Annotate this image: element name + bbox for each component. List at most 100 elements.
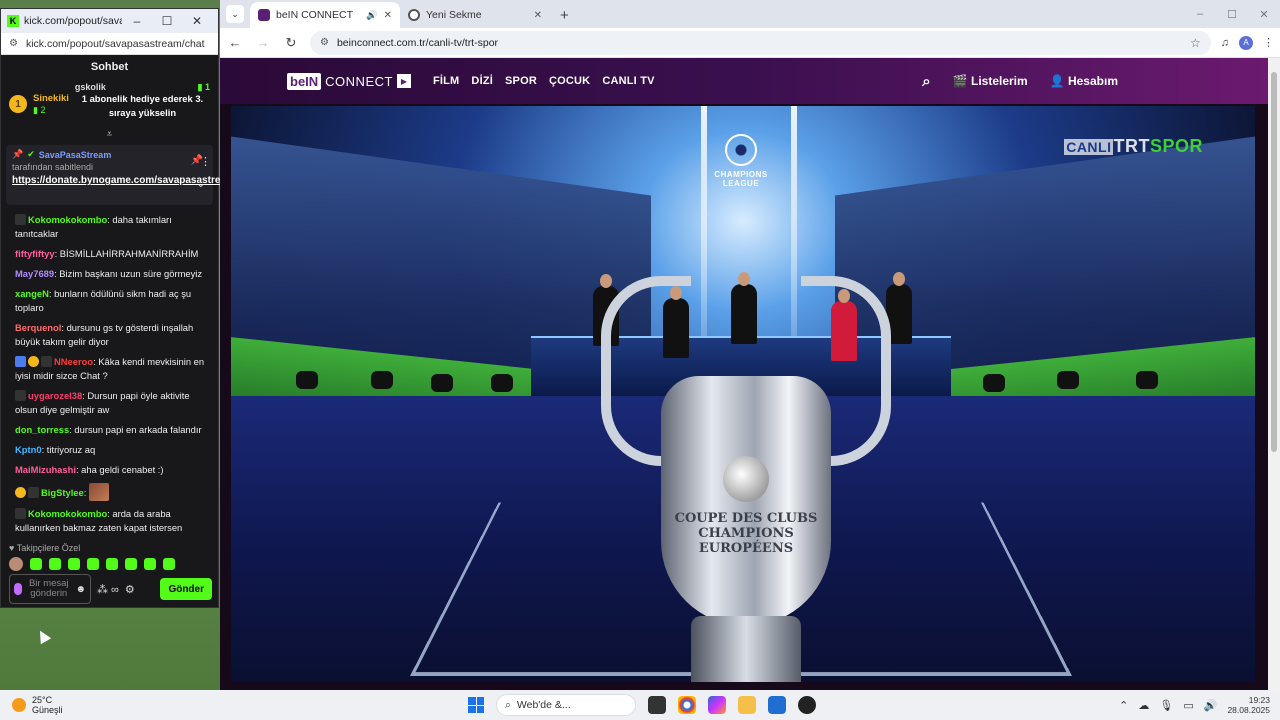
chat-username[interactable]: Kptn0 [15,444,42,455]
app-icon[interactable] [798,696,816,714]
my-lists-label: Listelerim [970,74,1028,88]
emote-icon[interactable] [106,558,118,570]
send-button[interactable]: Gönder [160,578,212,600]
close-icon[interactable]: ✕ [1248,8,1280,21]
close-icon[interactable]: ✕ [182,14,212,28]
settings-gear-icon[interactable]: ⚙ [125,583,135,596]
chevron-down-icon[interactable]: ⩡ [1,129,218,141]
display-icon[interactable]: ▭ [1183,699,1193,712]
sub-badge-icon [28,356,39,367]
my-lists-link[interactable]: 🎬 Listelerim [953,74,1028,88]
leaderboard-second-user[interactable]: gskolik [75,82,106,92]
minimize-icon[interactable]: – [1184,8,1216,20]
nav-canli-tv[interactable]: CANLI TV [602,75,654,87]
emoji-icon[interactable]: ☻ [75,584,86,595]
nav-spor[interactable]: SPOR [505,75,537,87]
weather-widget[interactable]: 25°C Güneşli [0,695,180,715]
chat-username[interactable]: Berquenol [15,322,61,333]
account-link[interactable]: 👤 Hesabım [1050,74,1118,88]
chrome-app-icon[interactable] [678,696,696,714]
pin-icon: 📌 [12,149,24,159]
microphone-icon[interactable]: 🎙 [1159,699,1173,712]
video-player[interactable]: CHAMPIONS LEAGUE CANLI TRTSPOR COUPE DES … [231,106,1255,682]
nav-cocuk[interactable]: ÇOCUK [549,75,590,87]
account-label: Hesabım [1067,74,1118,88]
maximize-icon[interactable]: ☐ [1216,8,1248,21]
scrollbar-thumb[interactable] [1271,72,1277,452]
task-view-icon[interactable] [648,696,666,714]
clock[interactable]: 19:23 28.08.2025 [1227,695,1270,715]
emote-icon[interactable] [30,558,42,570]
chat-username[interactable]: Kokomokokombo [28,214,107,225]
volume-icon[interactable]: 🔊 [1204,699,1218,712]
chat-message-input[interactable]: Bir mesaj gönderin ☻ [9,574,91,604]
chat-text: : Bizim başkanı uzun süre görmeyiz [54,268,203,279]
emote-icon[interactable] [144,558,156,570]
expand-chevron-icon[interactable]: ⌄ [197,179,205,190]
reload-icon[interactable]: ↻ [282,35,300,51]
emote-icon[interactable] [87,558,99,570]
leaderboard-top-user[interactable]: Sinekiki [33,92,69,105]
file-explorer-icon[interactable] [738,696,756,714]
pinned-message: 📌 ✔ SavaPasaStream tarafından sabitlendi… [6,145,235,205]
chevron-up-icon[interactable]: ⌃ [1119,699,1128,712]
nav-dizi[interactable]: DİZİ [471,75,493,87]
menu-icon[interactable]: ⋮ [1263,36,1274,49]
chat-username[interactable]: uygarozel38 [28,390,82,401]
windows-start-icon[interactable] [468,697,484,713]
new-tab-icon[interactable]: + [550,7,579,28]
emote-icon[interactable] [125,558,137,570]
tab-bein-connect[interactable]: beIN CONNECT 🔊 ✕ [250,2,400,28]
back-icon[interactable]: ← [226,35,244,50]
emote-bar [1,555,218,573]
forward-icon[interactable]: → [254,35,272,50]
chat-username[interactable]: don_torress [15,424,69,435]
site-settings-icon[interactable]: ⚙ [320,37,329,48]
chat-username[interactable]: MaiMizuhashi [15,464,76,475]
chat-username[interactable]: May7689 [15,268,54,279]
bookmark-star-icon[interactable]: ☆ [1190,36,1201,50]
cloud-icon[interactable]: ☁ [1138,699,1149,712]
maximize-icon[interactable]: ☐ [152,14,182,28]
avatar[interactable] [9,557,23,571]
profile-avatar[interactable]: A [1239,35,1253,50]
chat-message: Kptn0: titriyoruz aq [15,443,208,457]
search-icon[interactable]: ⌕ [922,73,930,90]
emote-icon[interactable] [49,558,61,570]
chrome-favicon [408,9,420,21]
tab-new-tab[interactable]: Yeni Sekme ✕ [400,2,550,28]
bein-connect-logo[interactable]: beIN CONNECT ▶ [287,72,411,90]
minimize-icon[interactable]: – [122,14,152,28]
close-tab-icon[interactable]: ✕ [534,10,542,21]
copilot-icon[interactable] [708,696,726,714]
chat-username[interactable]: xangeN [15,288,49,299]
emote-icon[interactable] [68,558,80,570]
address-bar[interactable]: ⚙ beinconnect.com.tr/canli-tv/trt-spor ☆ [310,30,1211,55]
microphone-icon[interactable] [14,583,22,595]
kick-address-bar[interactable]: ⚙ kick.com/popout/savapasastream/chat [1,33,218,55]
pinned-link[interactable]: https://donate.bynogame.com/savapasastre… [12,174,235,187]
search-icon: ⌕ [505,698,511,711]
speaker-icon[interactable]: 🔊 [366,10,377,21]
emote-picker-icon[interactable]: ⁂ ∞ [97,583,119,596]
chat-username[interactable]: NNeeroo [54,356,93,367]
browser-toolbar: ← → ↻ ⚙ beinconnect.com.tr/canli-tv/trt-… [220,28,1280,58]
badge-icon [15,508,26,519]
close-tab-icon[interactable]: ✕ [384,10,392,21]
store-icon[interactable] [768,696,786,714]
kick-logo-icon: K [7,15,19,27]
site-settings-icon[interactable]: ⚙ [9,38,18,49]
taskbar-search[interactable]: ⌕ Web'de &... [496,694,636,716]
more-options-icon[interactable]: ⋮ [200,155,211,168]
chat-username[interactable]: fiftyfiftyy [15,248,55,259]
nav-film[interactable]: FİLM [433,75,459,87]
tab-search-icon[interactable]: ⌄ [226,5,244,23]
emote-icon[interactable] [163,558,175,570]
chat-username[interactable]: Kokomokokombo [28,508,107,519]
media-controls-icon[interactable]: ♫ [1221,37,1229,49]
chat-username[interactable]: BigStylee [41,487,84,498]
pinned-streamer[interactable]: SavaPasaStream [39,150,112,160]
chat-messages: Kokomokokombo: daha takımları tanıtcakla… [1,209,218,535]
page-scrollbar[interactable] [1268,58,1280,690]
stage-light [491,374,513,392]
